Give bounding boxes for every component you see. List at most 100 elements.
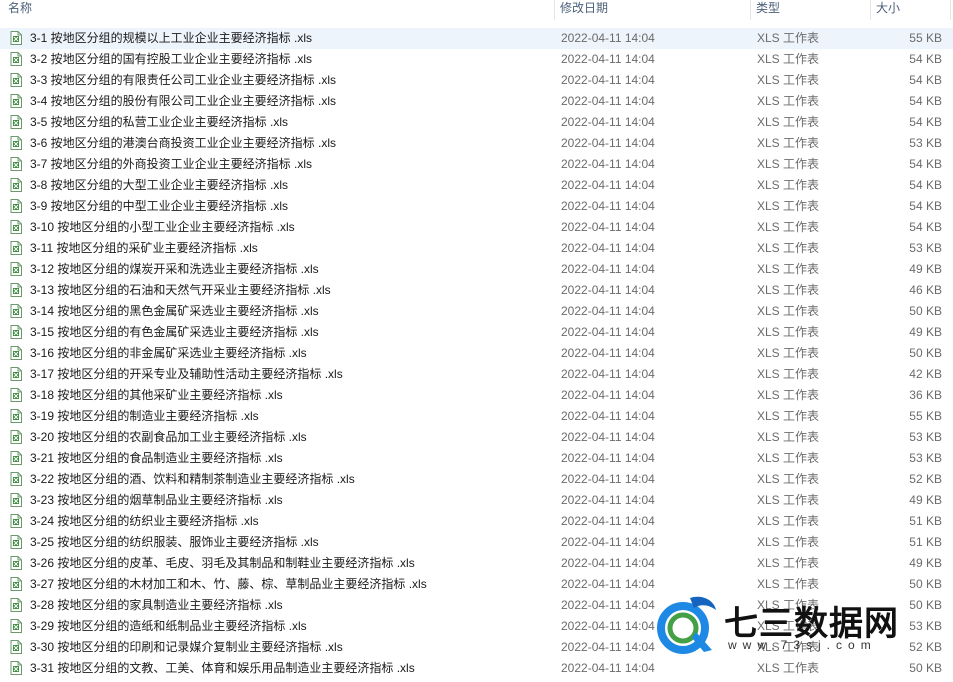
file-row[interactable]: 3-24 按地区分组的纺织业主要经济指标 .xls 2022-04-11 14:0… [0, 511, 953, 532]
file-date: 2022-04-11 14:04 [561, 640, 655, 654]
file-row[interactable]: 3-19 按地区分组的制造业主要经济指标 .xls 2022-04-11 14:0… [0, 406, 953, 427]
file-row[interactable]: 3-18 按地区分组的其他采矿业主要经济指标 .xls 2022-04-11 14… [0, 385, 953, 406]
file-row[interactable]: 3-25 按地区分组的纺织服装、服饰业主要经济指标 .xls 2022-04-11… [0, 532, 953, 553]
column-date-header[interactable]: 修改日期 [555, 0, 751, 20]
file-row[interactable]: 3-20 按地区分组的农副食品加工业主要经济指标 .xls 2022-04-11 … [0, 427, 953, 448]
column-header: 名称 修改日期 类型 大小 [0, 0, 953, 25]
file-date: 2022-04-11 14:04 [561, 430, 655, 444]
file-type: XLS 工作表 [757, 640, 820, 654]
xls-file-icon [10, 157, 22, 171]
file-size: 49 KB [909, 262, 942, 276]
file-date: 2022-04-11 14:04 [561, 73, 655, 87]
file-row[interactable]: 3-14 按地区分组的黑色金属矿采选业主要经济指标 .xls 2022-04-11… [0, 301, 953, 322]
file-name: 3-3 按地区分组的有限责任公司工业企业主要经济指标 .xls [30, 73, 337, 87]
file-row[interactable]: 3-6 按地区分组的港澳台商投资工业企业主要经济指标 .xls 2022-04-1… [0, 133, 953, 154]
file-name: 3-25 按地区分组的纺织服装、服饰业主要经济指标 .xls [30, 535, 319, 549]
file-size: 54 KB [909, 115, 942, 129]
xls-file-icon [10, 577, 22, 591]
file-date: 2022-04-11 14:04 [561, 115, 655, 129]
file-size: 54 KB [909, 73, 942, 87]
file-size: 55 KB [909, 409, 942, 423]
file-type: XLS 工作表 [757, 598, 820, 612]
xls-file-icon [10, 241, 22, 255]
file-size: 49 KB [909, 493, 942, 507]
file-row[interactable]: 3-17 按地区分组的开采专业及辅助性活动主要经济指标 .xls 2022-04-… [0, 364, 953, 385]
file-row[interactable]: 3-11 按地区分组的采矿业主要经济指标 .xls 2022-04-11 14:0… [0, 238, 953, 259]
file-type: XLS 工作表 [757, 241, 820, 255]
file-size: 50 KB [909, 598, 942, 612]
file-row[interactable]: 3-28 按地区分组的家具制造业主要经济指标 .xls 2022-04-11 14… [0, 595, 953, 616]
file-name: 3-23 按地区分组的烟草制品业主要经济指标 .xls [30, 493, 283, 507]
file-name: 3-8 按地区分组的大型工业企业主要经济指标 .xls [30, 178, 289, 192]
file-type: XLS 工作表 [757, 535, 820, 549]
file-row[interactable]: 3-30 按地区分组的印刷和记录媒介复制业主要经济指标 .xls 2022-04-… [0, 637, 953, 658]
column-name-header[interactable]: 名称 [0, 0, 555, 20]
file-size: 49 KB [909, 556, 942, 570]
file-date: 2022-04-11 14:04 [561, 94, 655, 108]
file-size: 54 KB [909, 178, 942, 192]
file-row[interactable]: 3-29 按地区分组的造纸和纸制品业主要经济指标 .xls 2022-04-11 … [0, 616, 953, 637]
file-type: XLS 工作表 [757, 451, 820, 465]
file-type: XLS 工作表 [757, 388, 820, 402]
file-date: 2022-04-11 14:04 [561, 157, 655, 171]
file-row[interactable]: 3-10 按地区分组的小型工业企业主要经济指标 .xls 2022-04-11 1… [0, 217, 953, 238]
file-row[interactable]: 3-9 按地区分组的中型工业企业主要经济指标 .xls 2022-04-11 14… [0, 196, 953, 217]
file-date: 2022-04-11 14:04 [561, 178, 655, 192]
file-row[interactable]: 3-22 按地区分组的酒、饮料和精制茶制造业主要经济指标 .xls 2022-04… [0, 469, 953, 490]
xls-file-icon [10, 199, 22, 213]
file-row[interactable]: 3-23 按地区分组的烟草制品业主要经济指标 .xls 2022-04-11 14… [0, 490, 953, 511]
file-type: XLS 工作表 [757, 430, 820, 444]
file-size: 51 KB [909, 514, 942, 528]
file-name: 3-7 按地区分组的外商投资工业企业主要经济指标 .xls [30, 157, 313, 171]
file-size: 53 KB [909, 136, 942, 150]
xls-file-icon [10, 325, 22, 339]
file-date: 2022-04-11 14:04 [561, 262, 655, 276]
xls-file-icon [10, 178, 22, 192]
file-name: 3-18 按地区分组的其他采矿业主要经济指标 .xls [30, 388, 283, 402]
column-type-header[interactable]: 类型 [751, 0, 871, 20]
file-row[interactable]: 3-2 按地区分组的国有控股工业企业主要经济指标 .xls 2022-04-11 … [0, 49, 953, 70]
file-type: XLS 工作表 [757, 577, 820, 591]
file-size: 53 KB [909, 451, 942, 465]
xls-file-icon [10, 535, 22, 549]
file-type: XLS 工作表 [757, 157, 820, 171]
xls-file-icon [10, 304, 22, 318]
file-type: XLS 工作表 [757, 52, 820, 66]
file-row[interactable]: 3-13 按地区分组的石油和天然气开采业主要经济指标 .xls 2022-04-1… [0, 280, 953, 301]
file-list: 3-1 按地区分组的规模以上工业企业主要经济指标 .xls 2022-04-11 … [0, 28, 953, 679]
column-size-header[interactable]: 大小 [871, 0, 951, 20]
file-date: 2022-04-11 14:04 [561, 31, 655, 45]
file-name: 3-11 按地区分组的采矿业主要经济指标 .xls [30, 241, 258, 255]
file-date: 2022-04-11 14:04 [561, 346, 655, 360]
file-size: 55 KB [909, 31, 942, 45]
file-date: 2022-04-11 14:04 [561, 535, 655, 549]
file-row[interactable]: 3-21 按地区分组的食品制造业主要经济指标 .xls 2022-04-11 14… [0, 448, 953, 469]
file-date: 2022-04-11 14:04 [561, 220, 655, 234]
file-size: 52 KB [909, 472, 942, 486]
file-name: 3-29 按地区分组的造纸和纸制品业主要经济指标 .xls [30, 619, 307, 633]
file-type: XLS 工作表 [757, 262, 820, 276]
file-row[interactable]: 3-16 按地区分组的非金属矿采选业主要经济指标 .xls 2022-04-11 … [0, 343, 953, 364]
file-row[interactable]: 3-3 按地区分组的有限责任公司工业企业主要经济指标 .xls 2022-04-1… [0, 70, 953, 91]
xls-file-icon [10, 94, 22, 108]
file-name: 3-20 按地区分组的农副食品加工业主要经济指标 .xls [30, 430, 307, 444]
file-row[interactable]: 3-8 按地区分组的大型工业企业主要经济指标 .xls 2022-04-11 14… [0, 175, 953, 196]
file-name: 3-31 按地区分组的文教、工美、体育和娱乐用品制造业主要经济指标 .xls [30, 661, 415, 675]
file-date: 2022-04-11 14:04 [561, 283, 655, 297]
file-row[interactable]: 3-4 按地区分组的股份有限公司工业企业主要经济指标 .xls 2022-04-1… [0, 91, 953, 112]
file-type: XLS 工作表 [757, 283, 820, 297]
file-size: 53 KB [909, 430, 942, 444]
file-row[interactable]: 3-1 按地区分组的规模以上工业企业主要经济指标 .xls 2022-04-11 … [0, 28, 953, 49]
file-row[interactable]: 3-7 按地区分组的外商投资工业企业主要经济指标 .xls 2022-04-11 … [0, 154, 953, 175]
file-row[interactable]: 3-5 按地区分组的私营工业企业主要经济指标 .xls 2022-04-11 14… [0, 112, 953, 133]
file-row[interactable]: 3-15 按地区分组的有色金属矿采选业主要经济指标 .xls 2022-04-11… [0, 322, 953, 343]
file-row[interactable]: 3-26 按地区分组的皮革、毛皮、羽毛及其制品和制鞋业主要经济指标 .xls 20… [0, 553, 953, 574]
file-row[interactable]: 3-27 按地区分组的木材加工和木、竹、藤、棕、草制品业主要经济指标 .xls 2… [0, 574, 953, 595]
xls-file-icon [10, 52, 22, 66]
file-row[interactable]: 3-12 按地区分组的煤炭开采和洗选业主要经济指标 .xls 2022-04-11… [0, 259, 953, 280]
file-type: XLS 工作表 [757, 556, 820, 570]
xls-file-icon [10, 598, 22, 612]
xls-file-icon [10, 283, 22, 297]
file-row[interactable]: 3-31 按地区分组的文教、工美、体育和娱乐用品制造业主要经济指标 .xls 20… [0, 658, 953, 679]
xls-file-icon [10, 451, 22, 465]
